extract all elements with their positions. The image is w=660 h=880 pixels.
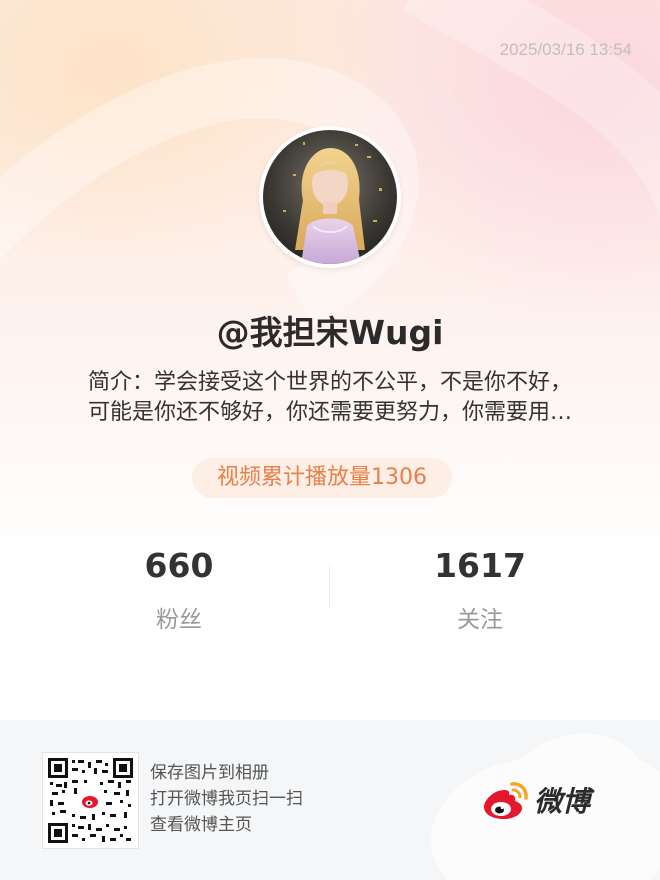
avatar[interactable] [259,126,401,268]
followers-label: 粉丝 [156,607,202,633]
bio-line: 可能是你还不够好，你还需要更努力，你需要用… [87,400,572,425]
avatar-photo [263,130,397,264]
video-plays-badge: 视频累计播放量1306 [192,458,452,498]
following-count: 1617 [434,546,526,585]
following-stat[interactable]: 1617 关注 [380,544,580,634]
followers-count: 660 [144,546,214,585]
bio-line: 简介：学会接受这个世界的不公平，不是你不好， [87,370,572,395]
qr-code[interactable] [42,752,139,849]
weibo-logo: 微博 [482,780,590,820]
footer-instructions: 保存图片到相册 打开微博我页扫一扫 查看微博主页 [150,760,303,838]
timestamp: 2025/03/16 13:54 [499,40,632,59]
footer-line: 查看微博主页 [150,815,252,835]
username: @我担宋Wugi [216,313,444,352]
bio: 简介：学会接受这个世界的不公平，不是你不好， 可能是你还不够好，你还需要更努力，… [40,368,620,428]
footer-line: 打开微博我页扫一扫 [150,789,303,809]
qr-code-icon [48,758,133,843]
weibo-wordmark: 微博 [534,785,591,818]
weibo-logo-icon [484,782,528,819]
footer-line: 保存图片到相册 [150,763,269,783]
stats-divider [329,565,330,607]
footer: 保存图片到相册 打开微博我页扫一扫 查看微博主页 微博 [0,720,660,880]
following-label: 关注 [457,607,503,633]
profile-share-card: 2025/03/16 13:54 @我担宋Wugi 简介：学会接受这个世界的不公… [0,0,660,880]
followers-stat[interactable]: 660 粉丝 [79,544,279,634]
